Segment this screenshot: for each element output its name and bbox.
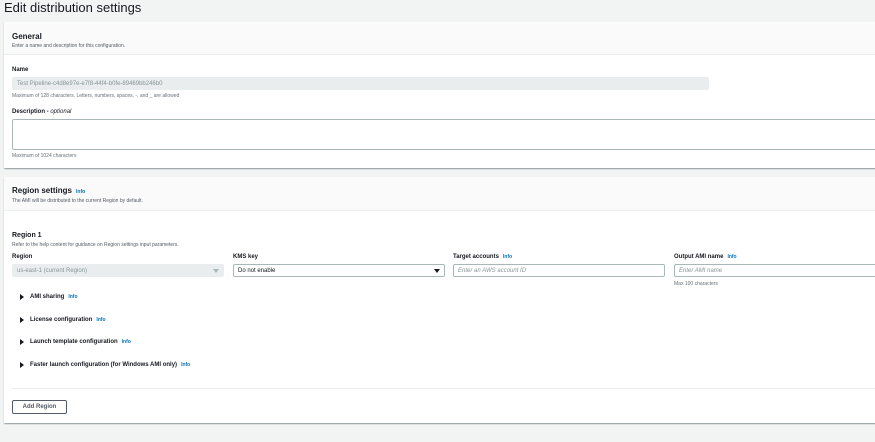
region-settings-info-link[interactable]: Info [76, 189, 85, 195]
license-configuration-label: License configuration [30, 317, 93, 323]
region-settings-title: Region settings [12, 186, 73, 195]
kms-key-label: KMS key [233, 254, 259, 260]
page-title: Edit distribution settings [4, 0, 142, 15]
description-textarea[interactable] [12, 119, 875, 150]
caret-right-icon [20, 362, 24, 368]
output-ami-label: Output AMI name [674, 254, 724, 260]
output-ami-input[interactable]: Enter AMI name [674, 264, 875, 277]
kms-key-select[interactable]: Do not enable [233, 264, 445, 277]
target-accounts-placeholder: Enter an AWS account ID [458, 267, 527, 274]
region-label: Region [12, 254, 33, 260]
faster-launch-info-link[interactable]: Info [181, 362, 190, 368]
output-ami-info-link[interactable]: Info [727, 254, 736, 260]
chevron-down-icon [213, 269, 219, 273]
faster-launch-expander[interactable]: Faster launch configuration (for Windows… [20, 362, 190, 368]
chevron-down-icon [434, 269, 440, 273]
description-hint: Maximum of 1024 characters [12, 153, 77, 159]
faster-launch-label: Faster launch configuration (for Windows… [30, 362, 178, 368]
name-input[interactable]: Test Pipeline-c4d8e97e-e7f8-44f4-b0fe-89… [12, 77, 709, 90]
output-ami-placeholder: Enter AMI name [679, 267, 723, 274]
caret-right-icon [20, 339, 24, 345]
region-settings-description: The AMI will be distributed to the curre… [12, 198, 143, 204]
launch-template-info-link[interactable]: Info [122, 339, 131, 345]
region-settings-panel: Region settings Info The AMI will be dist… [4, 177, 875, 423]
optional-tag: optional [50, 109, 72, 115]
name-label: Name [12, 67, 29, 73]
target-accounts-label-row: Target accounts Info [453, 254, 512, 260]
general-panel: General Enter a name and description for… [4, 22, 875, 168]
general-header: General Enter a name and description for… [4, 22, 875, 55]
general-description: Enter a name and description for this co… [12, 43, 126, 49]
target-accounts-label: Target accounts [453, 254, 499, 260]
output-ami-hint: Max 100 characters [674, 281, 718, 287]
name-hint: Maximum of 128 characters. Letters, numb… [12, 93, 180, 99]
ami-sharing-expander[interactable]: AMI sharing Info [20, 294, 78, 300]
region-settings-header: Region settings Info The AMI will be dist… [4, 177, 875, 211]
caret-right-icon [20, 294, 24, 300]
divider [12, 388, 875, 389]
license-configuration-info-link[interactable]: Info [96, 317, 105, 323]
general-title: General [12, 32, 42, 41]
license-configuration-expander[interactable]: License configuration Info [20, 317, 106, 323]
description-label-text: Description - [12, 109, 51, 115]
region-select[interactable]: us-east-1 (current Region) [12, 264, 224, 277]
ami-sharing-label: AMI sharing [30, 294, 65, 300]
region-settings-title-row: Region settings Info [12, 186, 85, 195]
caret-right-icon [20, 317, 24, 323]
target-accounts-input[interactable]: Enter an AWS account ID [453, 264, 665, 277]
launch-template-expander[interactable]: Launch template configuration Info [20, 339, 131, 345]
launch-template-label: Launch template configuration [30, 339, 118, 345]
region1-description: Refer to the help content for guidance o… [12, 242, 179, 248]
target-accounts-info-link[interactable]: Info [503, 254, 512, 260]
name-value: Test Pipeline-c4d8e97e-e7f8-44f4-b0fe-89… [17, 80, 163, 87]
region1-title: Region 1 [12, 232, 42, 239]
ami-sharing-info-link[interactable]: Info [68, 294, 77, 300]
kms-key-value: Do not enable [238, 267, 276, 274]
description-label: Description - optional [12, 109, 71, 115]
region-select-value: us-east-1 (current Region) [17, 267, 88, 274]
add-region-button[interactable]: Add Region [12, 400, 67, 414]
output-ami-label-row: Output AMI name Info [674, 254, 737, 260]
